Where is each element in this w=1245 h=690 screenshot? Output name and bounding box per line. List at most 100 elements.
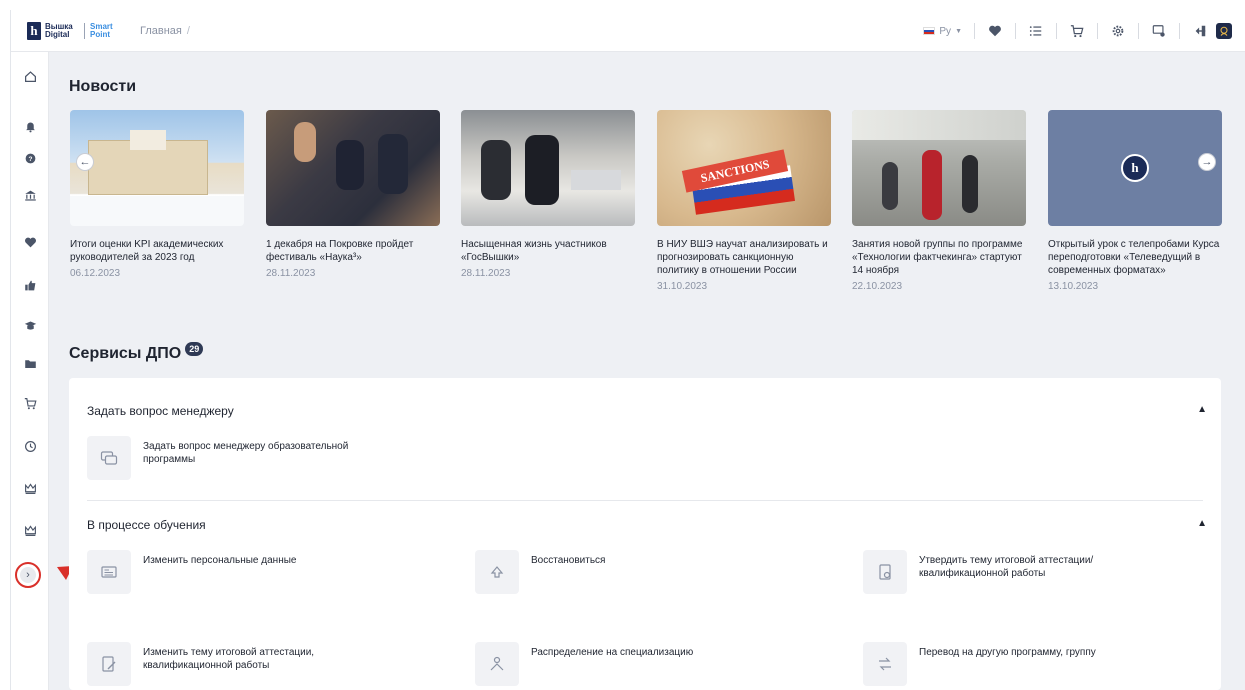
hse-logo-icon: h xyxy=(1121,154,1149,182)
news-heading: Новости xyxy=(69,78,137,95)
chevron-up-icon[interactable]: ▲ xyxy=(1197,518,1207,529)
svg-text:?: ? xyxy=(28,155,32,162)
logo[interactable]: h Вышка Digital Smart Point xyxy=(27,21,118,40)
header-divider xyxy=(1056,23,1057,39)
news-card[interactable]: ← Итоги оценки KPI академических руковод… xyxy=(70,110,244,279)
header-actions: Ру ▼ xyxy=(923,10,1232,52)
heart-icon[interactable] xyxy=(22,234,38,250)
news-date: 28.11.2023 xyxy=(461,268,511,279)
news-date: 28.11.2023 xyxy=(266,268,316,279)
language-label: Ру xyxy=(939,25,952,37)
news-image: SANCTIONS xyxy=(657,110,831,226)
logo-secondary-text: Smart Point xyxy=(90,21,113,39)
news-date: 22.10.2023 xyxy=(852,281,903,292)
heart-icon[interactable] xyxy=(987,23,1003,39)
distribution-icon xyxy=(475,642,519,686)
carousel-next-button[interactable]: → xyxy=(1198,153,1216,171)
header-divider xyxy=(1138,23,1139,39)
header-divider xyxy=(1097,23,1098,39)
news-image xyxy=(266,110,440,226)
news-image xyxy=(70,110,244,226)
bank-icon[interactable] xyxy=(22,187,38,203)
chat-icon xyxy=(87,436,131,480)
left-sidebar: ? › xyxy=(11,52,49,690)
crown-icon[interactable] xyxy=(22,480,38,496)
news-title[interactable]: Занятия новой группы по программе «Техно… xyxy=(852,238,1026,277)
news-date: 06.12.2023 xyxy=(70,268,121,279)
service-label: Утвердить тему итоговой аттестации/ квал… xyxy=(919,555,1094,579)
help-icon[interactable]: ? xyxy=(22,150,38,166)
section-divider xyxy=(87,500,1203,501)
id-card-icon xyxy=(87,550,131,594)
news-card[interactable]: Насыщенная жизнь участников «ГосВышки» 2… xyxy=(461,110,635,279)
thumbs-up-icon[interactable] xyxy=(22,277,38,293)
news-title[interactable]: Насыщенная жизнь участников «ГосВышки» xyxy=(461,238,635,264)
arrow-right-icon: → xyxy=(1201,156,1213,168)
crown-icon[interactable] xyxy=(22,522,38,538)
chevron-up-icon[interactable]: ▲ xyxy=(1197,404,1207,415)
news-image xyxy=(461,110,635,226)
header-divider xyxy=(1015,23,1016,39)
carousel-prev-button[interactable]: ← xyxy=(76,153,94,171)
restore-icon xyxy=(475,550,519,594)
news-card[interactable]: h → Открытый урок с телепробами Курса пе… xyxy=(1048,110,1222,292)
service-label: Распределение на специализацию xyxy=(531,647,694,658)
language-selector[interactable]: Ру ▼ xyxy=(923,26,962,37)
news-title[interactable]: Открытый урок с телепробами Курса перепо… xyxy=(1048,238,1222,277)
news-card[interactable]: 1 декабря на Покровке пройдет фестиваль … xyxy=(266,110,440,279)
services-count-badge: 29 xyxy=(185,342,204,356)
news-title[interactable]: В НИУ ВШЭ научат анализировать и прогноз… xyxy=(657,238,831,277)
sidebar-expand-button[interactable]: › xyxy=(15,562,41,588)
graduation-cap-icon[interactable] xyxy=(22,317,38,333)
service-label: Задать вопрос менеджеру образовательной … xyxy=(143,441,349,465)
chevron-down-icon: ▼ xyxy=(955,27,962,35)
app-frame: h Вышка Digital Smart Point Главная / Ру … xyxy=(10,10,1245,690)
breadcrumb-home[interactable]: Главная xyxy=(140,25,182,37)
service-item[interactable]: Задать вопрос менеджеру образовательной … xyxy=(87,436,383,480)
folder-icon[interactable] xyxy=(22,355,38,371)
service-item[interactable]: Утвердить тему итоговой аттестации/ квал… xyxy=(863,550,1159,594)
bell-icon[interactable] xyxy=(22,118,38,134)
service-item[interactable]: Распределение на специализацию xyxy=(475,642,771,686)
monitor-settings-icon[interactable] xyxy=(1151,23,1167,39)
service-item[interactable]: Изменить тему итоговой аттестации, квали… xyxy=(87,642,383,686)
news-image: h xyxy=(1048,110,1222,226)
section-title[interactable]: Задать вопрос менеджеру xyxy=(87,404,234,418)
news-image xyxy=(852,110,1026,226)
russia-flag-icon xyxy=(923,27,936,35)
news-title[interactable]: 1 декабря на Покровке пройдет фестиваль … xyxy=(266,238,440,264)
document-approve-icon xyxy=(863,550,907,594)
header-divider xyxy=(1179,23,1180,39)
breadcrumb-separator: / xyxy=(186,24,190,37)
home-icon[interactable] xyxy=(22,68,38,84)
service-item[interactable]: Восстановиться xyxy=(475,550,771,594)
transfer-icon xyxy=(863,642,907,686)
services-heading: Сервисы ДПО 29 xyxy=(69,342,204,363)
news-date: 31.10.2023 xyxy=(657,281,708,292)
arrow-left-icon: ← xyxy=(79,156,91,168)
cart-icon[interactable] xyxy=(22,395,38,411)
service-label: Изменить персональные данные xyxy=(143,555,297,566)
section-title[interactable]: В процессе обучения xyxy=(87,518,206,532)
document-edit-icon xyxy=(87,642,131,686)
user-avatar[interactable] xyxy=(1216,23,1232,39)
hse-logo-icon: h xyxy=(27,21,41,40)
news-card[interactable]: Занятия новой группы по программе «Техно… xyxy=(852,110,1026,292)
news-card[interactable]: SANCTIONS В НИУ ВШЭ научат анализировать… xyxy=(657,110,831,292)
cart-icon[interactable] xyxy=(1069,23,1085,39)
service-label: Восстановиться xyxy=(531,555,606,566)
list-icon[interactable] xyxy=(1028,23,1044,39)
service-item[interactable]: Перевод на другую программу, группу xyxy=(863,642,1159,686)
news-date: 13.10.2023 xyxy=(1048,281,1099,292)
logout-icon[interactable] xyxy=(1192,23,1208,39)
chevron-right-icon: › xyxy=(20,567,36,583)
service-label: Перевод на другую программу, группу xyxy=(919,647,1096,658)
service-item[interactable]: Изменить персональные данные xyxy=(87,550,383,594)
breadcrumb: Главная / xyxy=(140,25,190,37)
logo-main-text: Вышка Digital xyxy=(45,21,73,39)
services-panel: Задать вопрос менеджеру ▲ Задать вопрос … xyxy=(69,378,1221,690)
gear-icon[interactable] xyxy=(1110,23,1126,39)
services-title: Сервисы ДПО xyxy=(69,345,182,362)
news-title[interactable]: Итоги оценки KPI академических руководит… xyxy=(70,238,244,264)
clock-icon[interactable] xyxy=(22,438,38,454)
